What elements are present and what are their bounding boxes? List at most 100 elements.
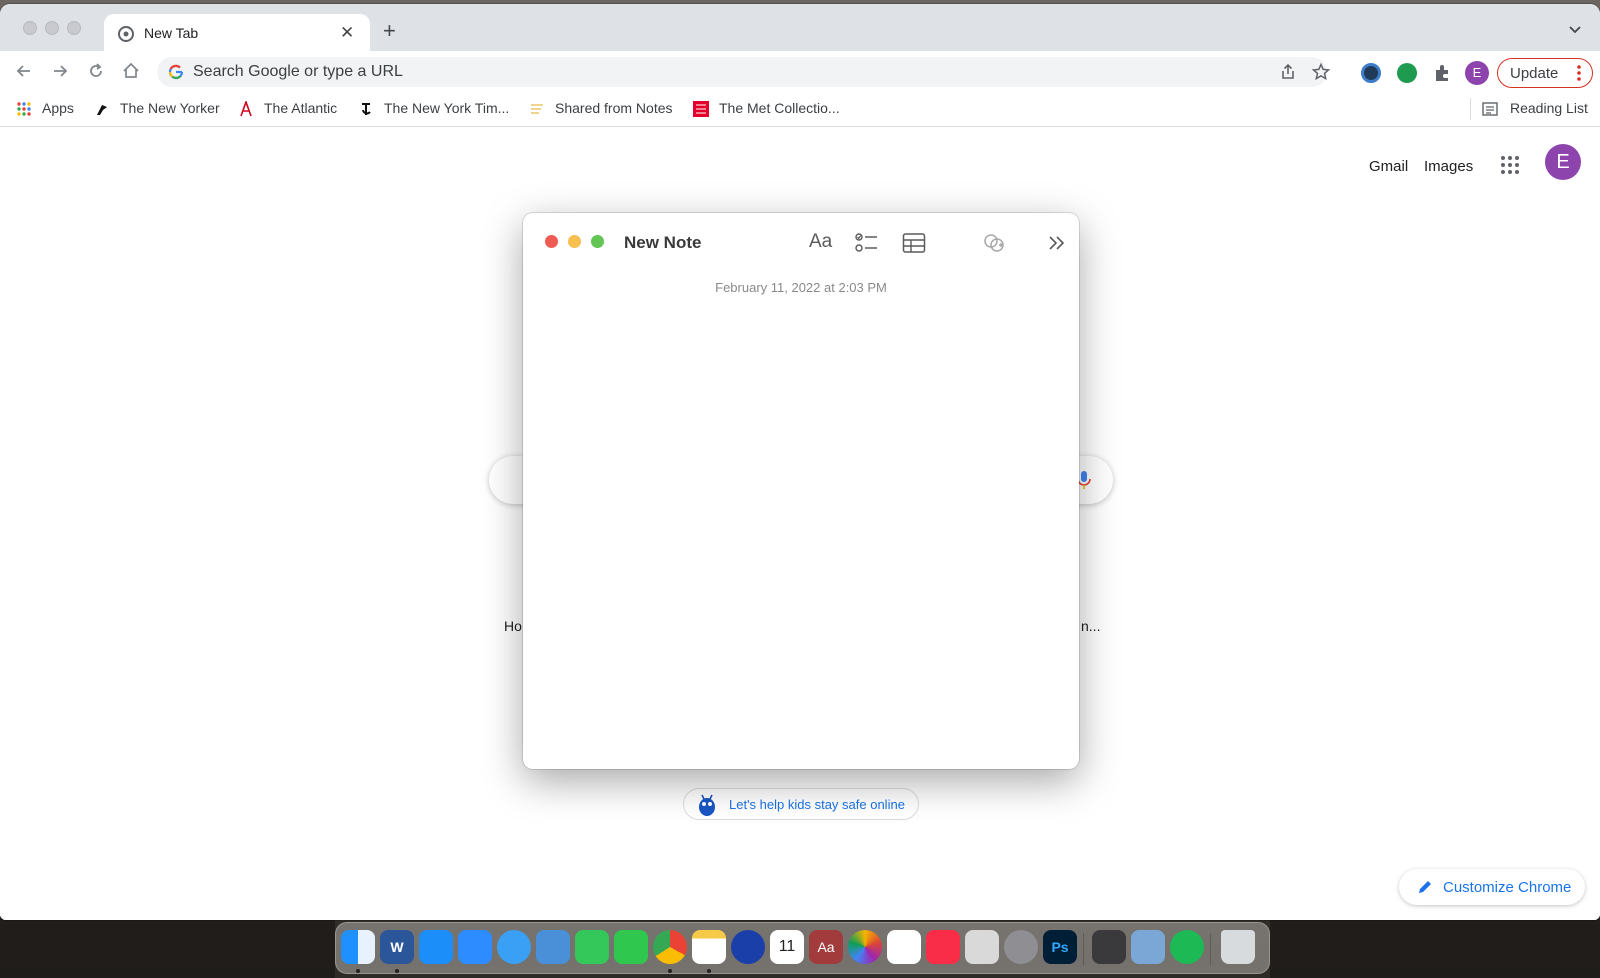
table-icon[interactable] [902, 232, 926, 254]
extension-clock-icon[interactable] [1361, 63, 1381, 83]
notes-zoom-button[interactable] [591, 235, 604, 248]
more-chevron-icon[interactable] [1045, 232, 1069, 254]
dock-preview-icon[interactable] [1131, 930, 1165, 964]
dock-chrome-icon[interactable] [653, 930, 687, 964]
new-tab-button[interactable]: + [383, 18, 396, 44]
collaborate-icon[interactable] [982, 232, 1006, 254]
pencil-icon [1419, 881, 1431, 893]
dock-safari-icon[interactable] [497, 930, 531, 964]
shortcut-label-right[interactable]: n... [1081, 618, 1100, 634]
notes-window: New Note Aa February 11, 2022 at 2:03 PM [523, 213, 1079, 769]
running-indicator [668, 969, 672, 973]
tab-new-tab[interactable]: New Tab ✕ [104, 14, 370, 52]
forward-arrow-icon[interactable] [50, 61, 70, 81]
dock-finder-icon[interactable] [341, 930, 375, 964]
bookmark-star-icon[interactable] [1311, 62, 1331, 82]
customize-chrome-label: Customize Chrome [1443, 879, 1572, 896]
dock-photoshop-icon[interactable]: Ps [1043, 930, 1077, 964]
note-date: February 11, 2022 at 2:03 PM [715, 280, 887, 295]
photoshop-glyph: Ps [1051, 939, 1069, 955]
close-tab-icon[interactable]: ✕ [340, 23, 354, 43]
notes-close-button[interactable] [545, 235, 558, 248]
running-indicator [395, 969, 399, 973]
home-icon[interactable] [121, 61, 141, 81]
update-label: Update [1510, 65, 1559, 82]
google-apps-icon[interactable] [1500, 155, 1520, 175]
dock-zoom-icon[interactable] [458, 930, 492, 964]
bookmarks-divider [1470, 98, 1471, 120]
dock-trash-icon[interactable] [1221, 930, 1255, 964]
dock-calendar-icon[interactable]: 11 [770, 930, 804, 964]
dock-music-icon[interactable] [926, 930, 960, 964]
reload-icon[interactable] [86, 61, 106, 81]
bookmark-label: The Atlantic [264, 100, 338, 116]
notes-minimize-button[interactable] [568, 235, 581, 248]
desktop-wallpaper-left [0, 918, 335, 978]
running-indicator [707, 969, 711, 973]
dock-separator [1083, 933, 1084, 965]
customize-chrome-button[interactable]: Customize Chrome [1399, 869, 1585, 905]
share-icon[interactable] [1279, 63, 1297, 81]
address-bar[interactable]: Search Google or type a URL [157, 57, 1331, 87]
bookmark-label: Shared from Notes [555, 100, 673, 116]
running-indicator [356, 969, 360, 973]
address-bar-placeholder: Search Google or type a URL [193, 63, 403, 80]
window-zoom-button[interactable] [67, 21, 81, 35]
bookmarks-bar: Apps The New Yorker The Atlantic The New… [0, 91, 1600, 127]
promo-link[interactable]: Let's help kids stay safe online [683, 788, 919, 820]
promo-text: Let's help kids stay safe online [729, 797, 905, 812]
dock-photos-icon[interactable] [848, 930, 882, 964]
shortcut-label-left[interactable]: Ho [504, 618, 522, 634]
apps-grid-icon [17, 102, 31, 116]
dock-facetime-icon[interactable] [614, 930, 648, 964]
checklist-icon[interactable] [855, 232, 879, 254]
dock-separator [1210, 933, 1211, 965]
bookmark-label: The New Yorker [120, 100, 220, 116]
note-title: New Note [624, 233, 702, 252]
microphone-icon[interactable] [1077, 470, 1091, 490]
reading-list-label: Reading List [1510, 100, 1588, 116]
notes-icon [531, 104, 543, 114]
images-link[interactable]: Images [1424, 158, 1473, 175]
profile-avatar[interactable]: E [1465, 61, 1489, 85]
gmail-link[interactable]: Gmail [1369, 158, 1408, 175]
tab-strip: New Tab ✕ + [0, 4, 1600, 52]
bookmark-label: Apps [42, 100, 74, 116]
dock-notes-icon[interactable] [692, 930, 726, 964]
nyt-icon [362, 103, 371, 115]
back-arrow-icon[interactable] [14, 61, 34, 81]
chrome-icon [118, 26, 134, 42]
bookmark-label: The Met Collectio... [719, 100, 840, 116]
window-minimize-button[interactable] [45, 21, 59, 35]
extensions-puzzle-icon[interactable] [1432, 63, 1452, 83]
calendar-day: 11 [778, 938, 796, 955]
dock-dictionary-icon[interactable]: Aa [809, 930, 843, 964]
extension-green-icon[interactable] [1397, 63, 1417, 83]
dock-audacity-icon[interactable] [731, 930, 765, 964]
word-glyph: W [390, 939, 404, 955]
text-format-icon[interactable]: Aa [809, 231, 832, 253]
dock-system-preferences-icon[interactable] [1004, 930, 1038, 964]
new-yorker-icon [97, 105, 107, 115]
dock-spotify-icon[interactable] [1170, 930, 1204, 964]
tab-search-chevron-icon[interactable] [1568, 23, 1582, 37]
dock-calculator-icon[interactable] [1092, 930, 1126, 964]
dock-app-store-icon[interactable] [419, 930, 453, 964]
met-icon [693, 101, 709, 117]
reading-list-icon [1482, 102, 1498, 116]
toolbar: Search Google or type a URL E Update [0, 51, 1600, 91]
dock-messages-icon[interactable] [575, 930, 609, 964]
tab-title: New Tab [144, 25, 199, 41]
desktop-wallpaper-right [1270, 918, 1600, 978]
dock-word-icon[interactable]: W [380, 930, 414, 964]
dock-launchpad-icon[interactable] [965, 930, 999, 964]
atlantic-icon [240, 101, 252, 117]
update-button[interactable]: Update [1497, 58, 1593, 88]
google-account-avatar[interactable]: E [1545, 144, 1581, 180]
dictionary-glyph: Aa [817, 939, 835, 955]
google-g-icon [168, 64, 184, 80]
dock-reminders-icon[interactable] [887, 930, 921, 964]
window-close-button[interactable] [23, 21, 37, 35]
chrome-menu-dots-icon[interactable] [1576, 64, 1582, 82]
dock-keynote-icon[interactable] [536, 930, 570, 964]
